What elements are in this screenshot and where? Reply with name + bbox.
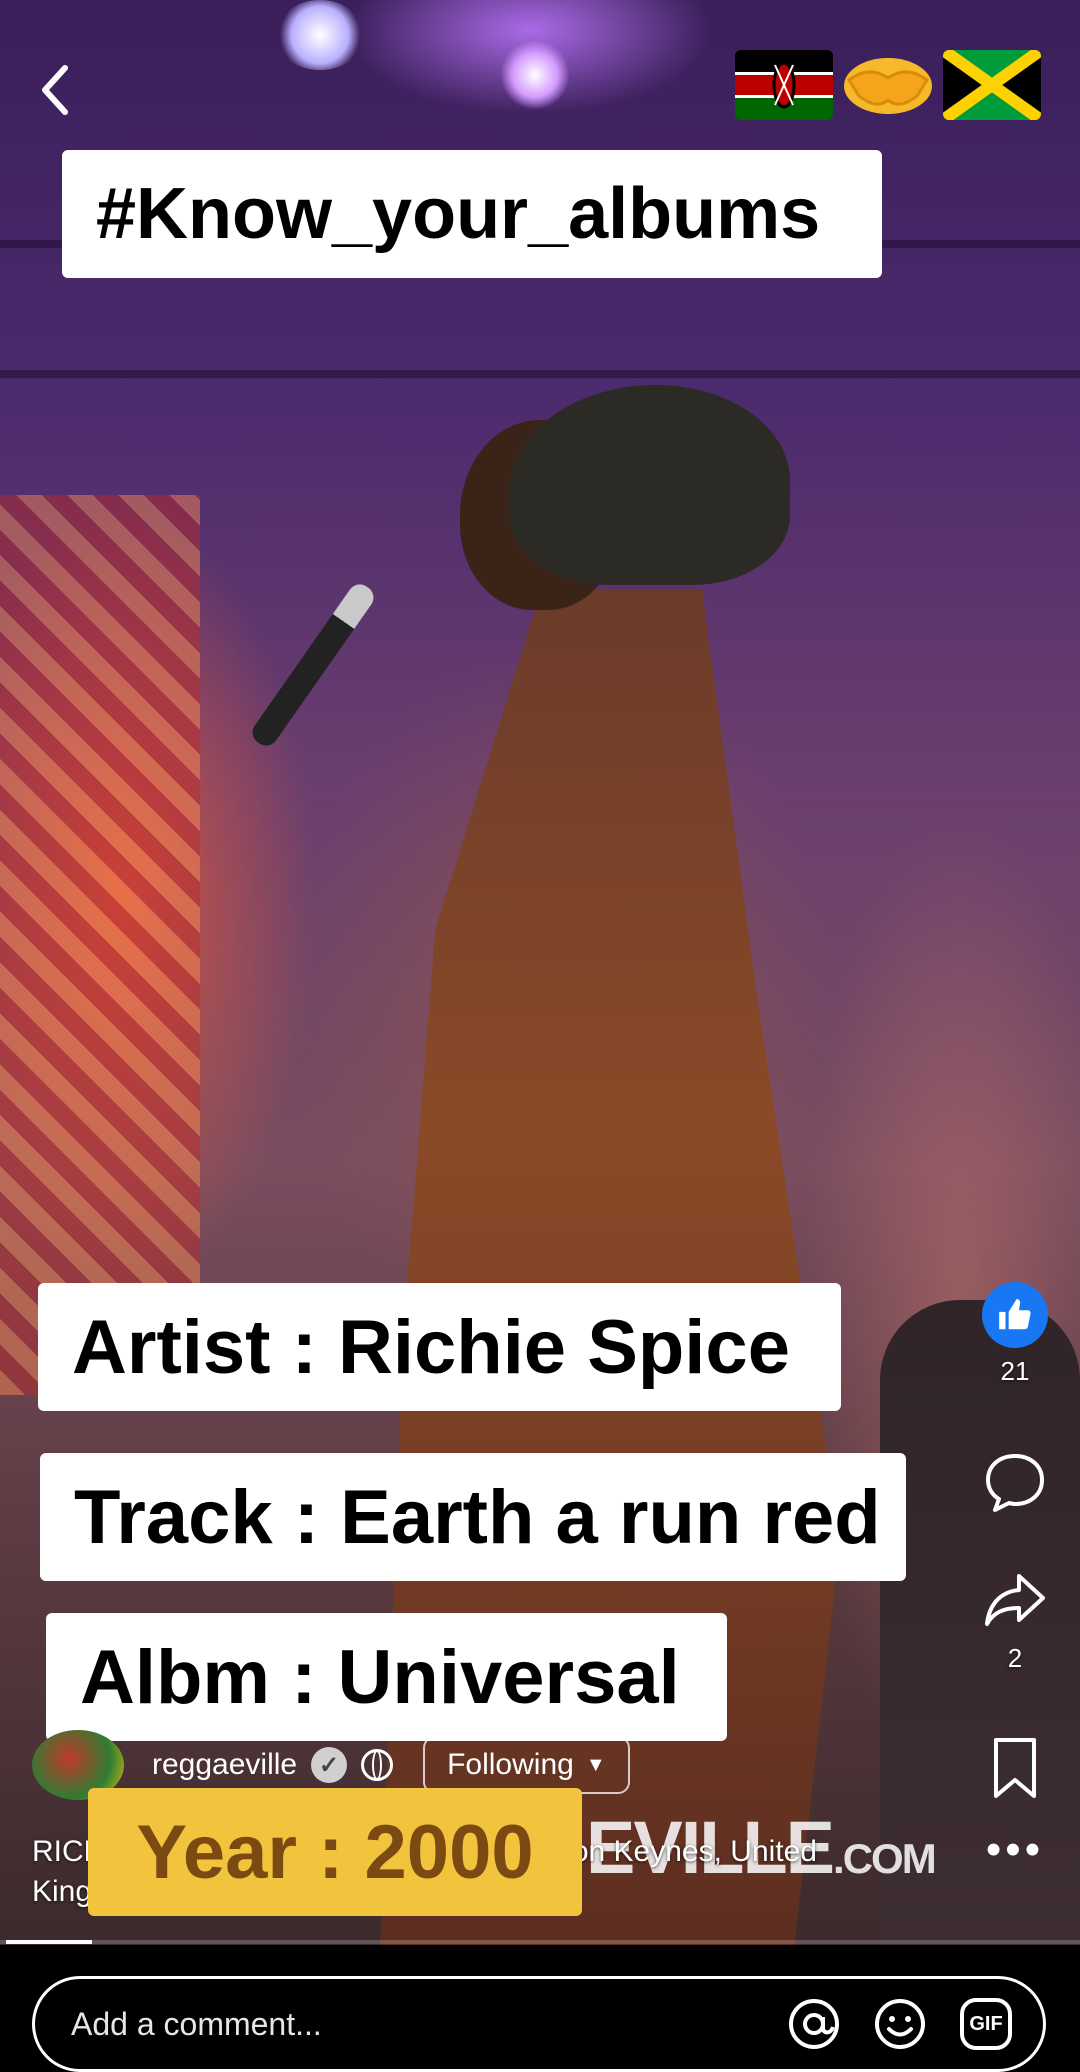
track-caption: Track : Earth a run red [40, 1453, 906, 1581]
video-progress-fill [6, 1940, 93, 1944]
hashtag-caption: #Know_your_albums [62, 150, 882, 278]
at-sign-icon [789, 1999, 839, 2049]
watermark-suffix: .COM [833, 1835, 937, 1882]
jamaica-flag-icon [943, 50, 1041, 120]
gif-label: GIF [969, 2013, 1003, 2035]
stage-backdrop-pattern [0, 495, 200, 1395]
album-caption: Albm : Universal [46, 1613, 727, 1741]
flag-emojis [735, 50, 1041, 120]
kenya-flag-icon [735, 50, 833, 120]
bookmark-icon [994, 1738, 1036, 1798]
account-row: reggaeville ✓ Following ▼ [32, 1730, 630, 1800]
performer-headwrap [510, 385, 790, 585]
mention-button[interactable] [787, 1997, 841, 2051]
globe-icon [361, 1749, 394, 1781]
stage-light [275, 0, 365, 70]
comment-bar: GIF [32, 1976, 1046, 2072]
video-progress-bar[interactable] [0, 1940, 1080, 1944]
stage-light [500, 40, 570, 110]
back-button[interactable] [30, 60, 80, 120]
handshake-icon [839, 50, 937, 120]
artist-caption: Artist : Richie Spice [38, 1283, 841, 1411]
emoji-button[interactable] [873, 1997, 927, 2051]
album-text: Albm : Universal [80, 1634, 680, 1720]
following-button[interactable]: Following ▼ [423, 1736, 630, 1794]
comment-button[interactable] [980, 1450, 1050, 1519]
gif-button[interactable]: GIF [959, 1997, 1013, 2051]
chevron-left-icon [42, 65, 68, 115]
comment-input[interactable] [69, 2004, 755, 2044]
thumbs-up-icon [982, 1282, 1048, 1348]
like-button[interactable]: 21 [980, 1282, 1050, 1387]
microphone [247, 579, 379, 751]
stage-truss [0, 370, 1080, 378]
smiley-icon [875, 1999, 925, 2049]
save-button[interactable] [980, 1736, 1050, 1805]
caption-line2: King [32, 1875, 93, 1908]
account-name[interactable]: reggaeville [152, 1748, 297, 1782]
comment-bubble-icon [986, 1454, 1044, 1512]
caption-line1-end: ton Keynes, United [563, 1835, 818, 1868]
following-label: Following [447, 1748, 574, 1781]
share-arrow-icon [985, 1574, 1045, 1626]
share-button[interactable]: 2 [980, 1570, 1050, 1674]
caret-down-icon: ▼ [585, 1753, 606, 1776]
hashtag-text: #Know_your_albums [96, 174, 821, 254]
more-options-icon[interactable]: ••• [975, 1828, 1055, 1872]
share-count: 2 [1007, 1643, 1023, 1673]
year-caption: Year : 2000 [88, 1788, 582, 1916]
like-count: 21 [1000, 1356, 1030, 1386]
track-text: Track : Earth a run red [74, 1474, 881, 1560]
artist-text: Artist : Richie Spice [72, 1304, 790, 1390]
verified-badge-icon: ✓ [311, 1747, 348, 1783]
year-text: Year : 2000 [136, 1809, 534, 1895]
